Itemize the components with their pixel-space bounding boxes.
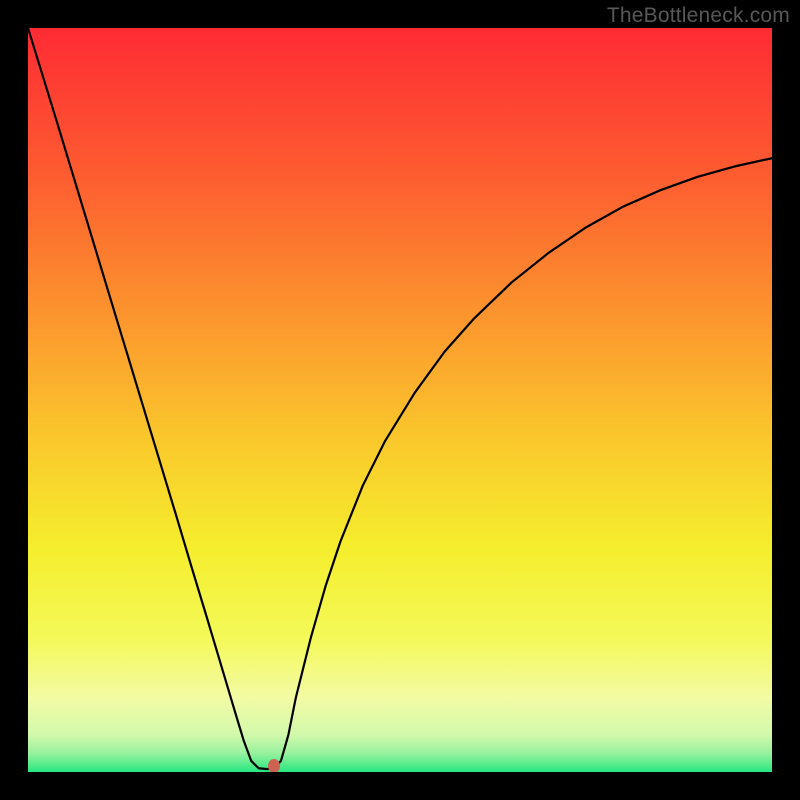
chart-frame: TheBottleneck.com bbox=[0, 0, 800, 800]
plot-area bbox=[28, 28, 772, 772]
bottleneck-curve bbox=[28, 28, 772, 772]
watermark: TheBottleneck.com bbox=[607, 4, 790, 28]
optimal-point-marker bbox=[268, 759, 280, 772]
